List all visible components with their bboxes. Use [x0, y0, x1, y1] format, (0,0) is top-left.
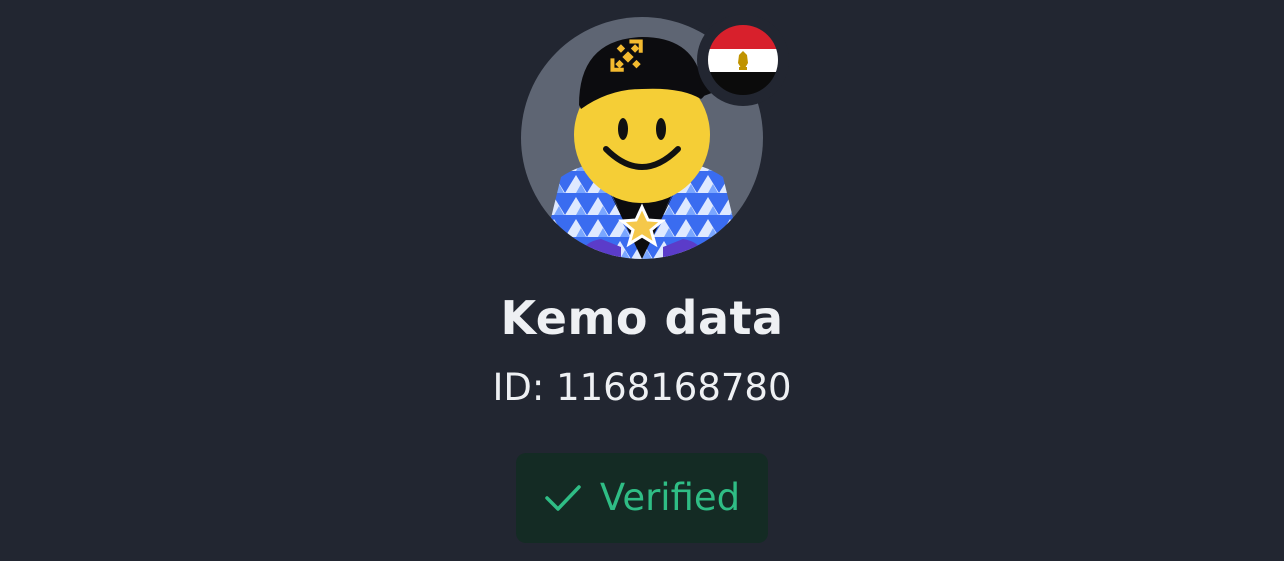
user-id-text: ID: 1168168780 — [492, 366, 792, 409]
verified-label: Verified — [599, 476, 741, 519]
check-icon — [545, 485, 581, 511]
display-name: Kemo data — [500, 291, 784, 345]
profile-card: Kemo data ID: 1168168780 Verified — [0, 0, 1284, 561]
country-flag-badge — [697, 14, 789, 106]
egypt-flag-icon — [708, 25, 778, 95]
verified-badge: Verified — [516, 453, 768, 543]
